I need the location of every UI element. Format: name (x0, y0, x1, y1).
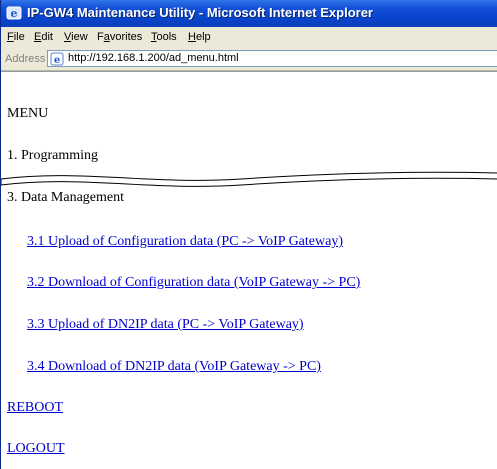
title-bar[interactable]: e IP-GW4 Maintenance Utility - Microsoft… (1, 0, 497, 27)
logout-link[interactable]: LOGOUT (7, 441, 65, 457)
download-config-link[interactable]: 3.2 Download of Configuration data (VoIP… (27, 275, 360, 291)
address-bar: Address e http://192.168.1.200/ad_menu.h… (1, 48, 497, 71)
upload-config-link[interactable]: 3.1 Upload of Configuration data (PC -> … (27, 234, 343, 250)
address-url[interactable]: http://192.168.1.200/ad_menu.html (68, 52, 239, 64)
page-icon: e (50, 52, 64, 66)
window-title: IP-GW4 Maintenance Utility - Microsoft I… (27, 5, 373, 20)
menu-tools[interactable]: Tools (151, 31, 177, 43)
download-dn2ip-link[interactable]: 3.4 Download of DN2IP data (VoIP Gateway… (27, 359, 321, 375)
menu-file[interactable]: File (7, 31, 25, 43)
menu-favorites[interactable]: Favorites (97, 31, 142, 43)
menu-edit[interactable]: Edit (34, 31, 53, 43)
address-label: Address (5, 53, 46, 65)
upload-dn2ip-link[interactable]: 3.3 Upload of DN2IP data (PC -> VoIP Gat… (27, 317, 304, 333)
menu-help[interactable]: Help (188, 31, 211, 43)
svg-text:e: e (54, 55, 60, 66)
menu-heading: MENU (7, 106, 49, 121)
svg-text:e: e (11, 7, 18, 20)
menu-view[interactable]: View (64, 31, 88, 43)
browser-window: e IP-GW4 Maintenance Utility - Microsoft… (0, 0, 497, 469)
reboot-link[interactable]: REBOOT (7, 400, 63, 416)
menu-bar: File Edit View Favorites Tools Help (1, 27, 497, 49)
page-content: MENU 1. Programming 3. Data Management 3… (1, 71, 497, 469)
internet-explorer-icon: e (6, 6, 22, 20)
data-management-item: 3. Data Management (7, 190, 125, 205)
programming-item: 1. Programming (7, 148, 98, 163)
address-input[interactable]: e http://192.168.1.200/ad_menu.html (47, 50, 497, 67)
